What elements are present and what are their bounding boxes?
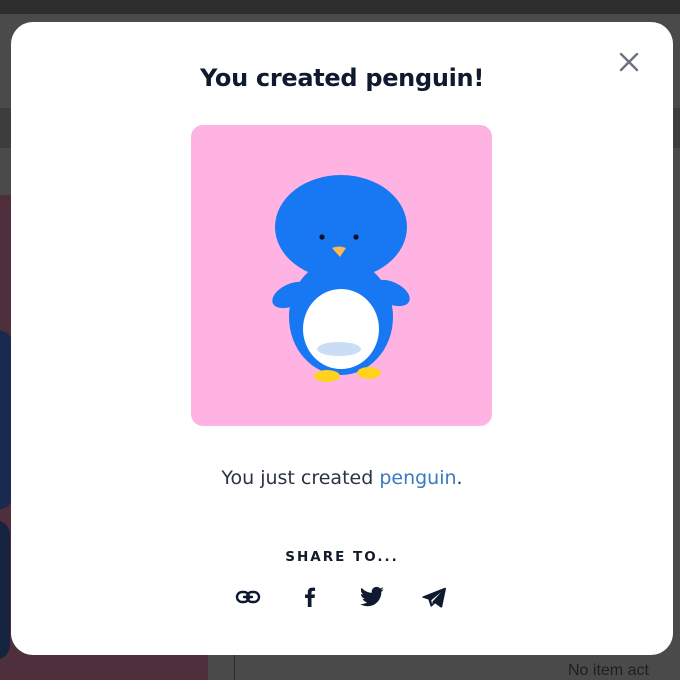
twitter-icon xyxy=(359,586,384,607)
share-twitter-button[interactable] xyxy=(357,582,387,612)
creation-modal: You created penguin! You just created pe… xyxy=(11,22,673,655)
facebook-icon xyxy=(305,587,316,607)
close-icon xyxy=(619,52,639,72)
penguin-illustration xyxy=(272,175,410,382)
modal-title: You created penguin! xyxy=(200,64,484,92)
share-label: SHARE TO... xyxy=(285,549,399,565)
share-buttons xyxy=(11,582,673,612)
background-status-text: No item act xyxy=(568,662,649,679)
penguin-link[interactable]: penguin xyxy=(379,467,456,489)
share-facebook-button[interactable] xyxy=(295,582,325,612)
background-decoration xyxy=(0,520,10,660)
caption-prefix: You just created xyxy=(221,467,380,489)
caption-suffix: . xyxy=(456,467,463,489)
close-button[interactable] xyxy=(615,48,643,76)
share-telegram-button[interactable] xyxy=(419,582,449,612)
background-topbar xyxy=(0,0,680,14)
creation-image xyxy=(191,125,492,426)
creation-caption: You just created penguin. xyxy=(11,467,673,489)
link-icon xyxy=(235,590,261,604)
telegram-icon xyxy=(422,587,446,608)
copy-link-button[interactable] xyxy=(233,582,263,612)
